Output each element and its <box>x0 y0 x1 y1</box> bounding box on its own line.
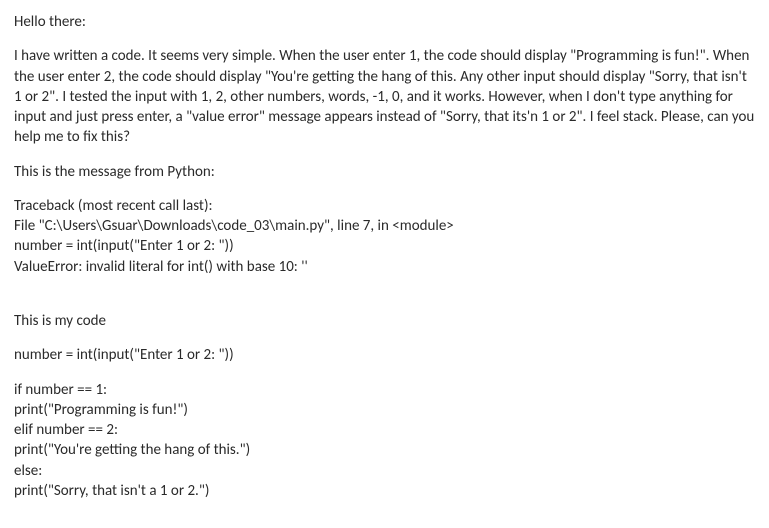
greeting-text: Hello there: <box>14 12 755 32</box>
traceback-line: number = int(input("Enter 1 or 2: ")) <box>14 236 755 256</box>
code-line: print("Sorry, that isn't a 1 or 2.") <box>14 481 755 501</box>
intro-paragraph: I have written a code. It seems very sim… <box>14 46 755 147</box>
traceback-block: Traceback (most recent call last): File … <box>14 196 755 277</box>
code-line: print("Programming is fun!") <box>14 400 755 420</box>
traceback-line: ValueError: invalid literal for int() wi… <box>14 257 755 277</box>
code-line: print("You're getting the hang of this."… <box>14 440 755 460</box>
python-message-intro: This is the message from Python: <box>14 162 755 182</box>
code-line: else: <box>14 461 755 481</box>
code-line: number = int(input("Enter 1 or 2: ")) <box>14 345 755 365</box>
code-line: if number == 1: <box>14 380 755 400</box>
code-line: elif number == 2: <box>14 420 755 440</box>
code-block: if number == 1: print("Programming is fu… <box>14 380 755 502</box>
traceback-line: File "C:\Users\Gsuar\Downloads\code_03\m… <box>14 216 755 236</box>
traceback-line: Traceback (most recent call last): <box>14 196 755 216</box>
code-intro: This is my code <box>14 311 755 331</box>
